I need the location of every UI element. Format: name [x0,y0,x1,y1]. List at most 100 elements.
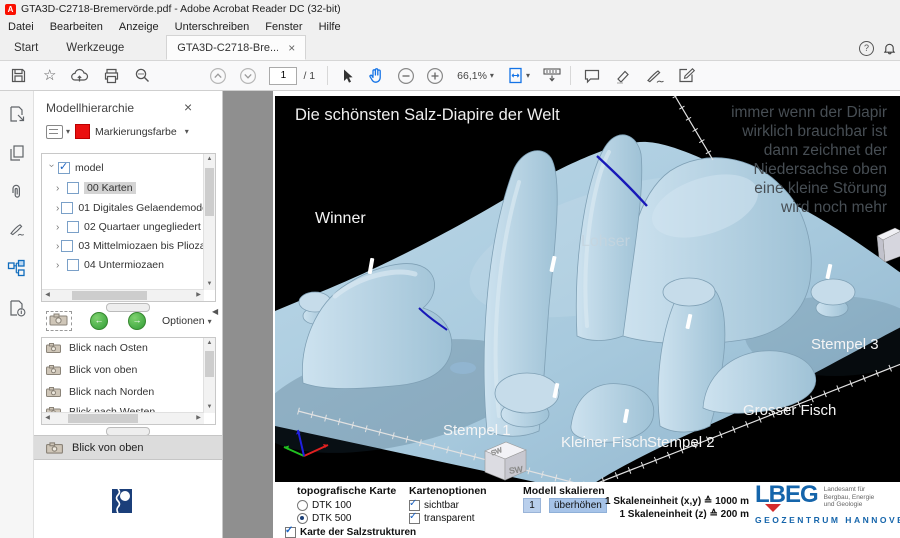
highlight-icon[interactable] [614,68,632,84]
previous-page-icon[interactable] [209,67,227,85]
collapse-panel-icon[interactable]: ◀ [212,307,218,316]
fit-width-icon[interactable]: ▾ [508,67,530,84]
document-info-icon[interactable] [8,299,26,322]
menu-fenster[interactable]: Fenster [257,21,310,33]
next-view-button[interactable]: → [128,312,146,330]
scrollbar-thumb[interactable] [72,291,147,300]
scroll-up-icon[interactable]: ▲ [204,154,215,165]
menu-hilfe[interactable]: Hilfe [311,21,349,33]
tree-row[interactable]: › 01 Digitales Gelaendemodell [42,200,203,216]
share-cloud-icon[interactable] [70,68,89,84]
page-number-input[interactable] [269,67,297,85]
scroll-left-icon[interactable]: ◀ [42,290,53,301]
checkbox-icon[interactable] [61,202,73,214]
tree-options-caret-icon[interactable]: ▾ [66,127,70,136]
attachments-icon[interactable] [8,183,26,206]
marker-color-label[interactable]: Markierungsfarbe [95,126,177,138]
tree-item-label[interactable]: 00 Karten [84,182,136,194]
previous-view-button[interactable]: ← [90,312,108,330]
close-tab-icon[interactable]: × [288,42,295,54]
tree-row[interactable]: › 04 Untermiozaen [42,257,203,273]
scroll-right-icon[interactable]: ▶ [193,413,204,424]
scrollbar-thumb[interactable] [68,414,138,423]
exaggerate-button[interactable]: überhöhen [549,498,607,513]
checkbox-checked-icon[interactable] [409,500,420,511]
visible-checkbox[interactable]: sichtbar [409,500,487,511]
tree-horizontal-scrollbar[interactable]: ◀ ▶ [42,289,204,301]
capture-view-icon[interactable] [46,311,72,331]
expander-icon[interactable]: › [56,241,59,252]
panel-close-icon[interactable]: × [184,99,192,115]
checkbox-icon[interactable] [67,259,79,271]
scrollbar-thumb[interactable] [205,168,214,216]
checkbox-icon[interactable] [67,221,79,233]
checkbox-checked-icon[interactable] [409,513,420,524]
zoom-in-icon[interactable] [426,67,444,85]
view-item-label[interactable]: Blick nach Osten [69,342,148,354]
views-horizontal-scrollbar[interactable]: ◀ ▶ [42,412,204,424]
checkbox-icon[interactable] [67,182,79,194]
hand-tool-icon[interactable] [367,67,384,84]
view-item[interactable]: Blick nach Osten [46,342,148,354]
scale-value-input[interactable]: 1 [523,498,541,513]
tab-start[interactable]: Start [0,37,52,60]
scroll-left-icon[interactable]: ◀ [42,413,53,424]
tree-row-root[interactable]: › model [42,160,203,176]
zoom-level-select[interactable]: 66,1% ▾ [457,70,494,82]
checkbox-checked-icon[interactable] [285,527,296,538]
expander-icon[interactable]: › [56,260,65,271]
scroll-up-icon[interactable]: ▲ [204,338,215,349]
diapir-winner[interactable] [302,264,451,389]
next-page-icon[interactable] [239,67,257,85]
scrollbar-thumb[interactable] [205,351,214,377]
page-display-icon[interactable] [542,67,562,84]
menu-unterschreiben[interactable]: Unterschreiben [167,21,258,33]
tree-root-label[interactable]: model [75,162,104,174]
view-item[interactable]: Blick von oben [46,364,137,376]
salt-structures-checkbox[interactable]: Karte der Salzstrukturen [285,527,416,538]
scroll-down-icon[interactable]: ▼ [204,402,215,413]
options-caret-icon[interactable]: ▾ [208,317,212,326]
expander-icon[interactable]: › [46,164,57,173]
help-icon[interactable]: ? [859,41,874,56]
export-pdf-icon[interactable] [8,105,26,128]
zoom-out-icon[interactable] [397,67,415,85]
expander-icon[interactable]: › [56,222,65,233]
tab-werkzeuge[interactable]: Werkzeuge [52,37,138,60]
signatures-icon[interactable] [8,222,26,243]
tree-options-icon[interactable] [46,125,63,139]
scroll-down-icon[interactable]: ▼ [204,279,215,290]
tab-document[interactable]: GTA3D-C2718-Bre... × [166,35,306,60]
tree-row[interactable]: › 00 Karten [42,180,203,196]
tree-row[interactable]: › 02 Quartaer ungegliedert [42,219,203,235]
tree-vertical-scrollbar[interactable]: ▲ ▼ [203,154,215,290]
model-tree-icon[interactable] [7,259,26,283]
radio-icon[interactable] [297,500,308,511]
save-icon[interactable] [10,67,27,84]
transparent-checkbox[interactable]: transparent [409,513,487,524]
scroll-right-icon[interactable]: ▶ [193,290,204,301]
view-item[interactable]: Blick nach Norden [46,386,154,398]
expander-icon[interactable]: › [56,183,65,194]
favorites-star-icon[interactable]: ☆ [43,68,56,83]
checkbox-checked-icon[interactable] [58,162,70,174]
options-menu[interactable]: Optionen [162,315,205,327]
view-item-label[interactable]: Blick von oben [69,364,137,376]
menu-bearbeiten[interactable]: Bearbeiten [42,21,111,33]
menu-datei[interactable]: Datei [0,21,42,33]
view-item-label[interactable]: Blick nach Norden [69,386,154,398]
page-thumbnails-icon[interactable] [8,144,26,167]
notification-bell-icon[interactable] [883,41,896,58]
views-vertical-scrollbar[interactable]: ▲ ▼ [203,338,215,413]
marker-color-caret-icon[interactable]: ▾ [185,127,189,136]
sign-pen-icon[interactable] [645,68,665,84]
tree-item-label[interactable]: 01 Digitales Gelaendemodell [78,202,212,214]
fill-sign-icon[interactable] [677,67,696,84]
marker-color-swatch[interactable] [75,124,90,139]
radio-dtk100[interactable]: DTK 100 [297,500,416,511]
radio-dtk500[interactable]: DTK 500 [297,513,416,524]
3d-viewport[interactable]: SW SW Die schönsten Salz-Diapire der Wel… [275,96,900,482]
expander-icon[interactable]: › [56,203,59,214]
menu-anzeige[interactable]: Anzeige [111,21,167,33]
tree-item-label[interactable]: 04 Untermiozaen [84,259,164,271]
